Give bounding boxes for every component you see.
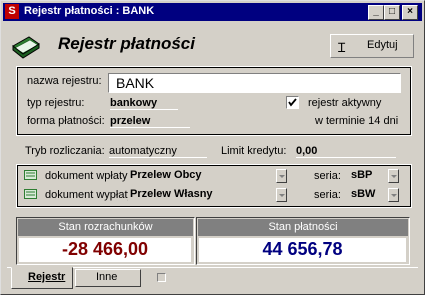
- document-out-select[interactable]: Przelew Własny: [128, 188, 287, 203]
- document-out-label: dokument wypłaty:: [45, 189, 137, 201]
- title-bar: S Rejestr płatności : BANK _ □ ×: [3, 3, 422, 21]
- chevron-down-icon[interactable]: [388, 169, 399, 183]
- settlements-balance-value: -28 466,00: [61, 239, 149, 259]
- active-checkbox[interactable]: [286, 96, 299, 109]
- credit-limit-value[interactable]: 0,00: [296, 145, 396, 158]
- text-cursor-icon: Ɪ: [338, 40, 346, 55]
- chevron-down-icon[interactable]: [388, 188, 399, 202]
- app-icon[interactable]: S: [5, 4, 19, 19]
- chevron-down-icon[interactable]: [276, 169, 287, 183]
- payment-form-label: forma płatności:: [27, 115, 105, 127]
- document-out-value: Przelew Własny: [130, 188, 213, 200]
- tab-register[interactable]: Rejestr: [11, 267, 73, 289]
- payments-balance-box: 44 656,78: [199, 238, 406, 262]
- document-in-series-value: sBP: [351, 169, 373, 181]
- settlement-mode-label: Tryb rozliczania:: [25, 145, 105, 157]
- close-button[interactable]: ×: [402, 5, 418, 20]
- document-in-series-select[interactable]: sBP: [349, 169, 399, 184]
- document-in-icon: [24, 170, 37, 180]
- register-type-value[interactable]: bankowy: [110, 97, 178, 110]
- register-name-field[interactable]: BANK: [108, 73, 401, 93]
- minimize-button[interactable]: _: [368, 5, 384, 20]
- page-title: Rejestr płatności: [58, 34, 195, 53]
- tab-other[interactable]: Inne: [75, 269, 141, 287]
- chevron-down-icon[interactable]: [276, 188, 287, 202]
- register-name-value: BANK: [116, 75, 155, 91]
- tab-other-label: Inne: [96, 271, 118, 283]
- document-in-series-label: seria:: [314, 170, 341, 182]
- payment-form-value[interactable]: przelew: [110, 115, 190, 128]
- settlements-balance-panel: Stan rozrachunków -28 466,00: [16, 217, 195, 265]
- checkmark-icon: [288, 98, 297, 107]
- payments-balance-panel: Stan płatności 44 656,78: [196, 217, 410, 265]
- documents-group: dokument wpłaty: Przelew Obcy seria: sBP…: [16, 164, 412, 208]
- document-out-icon: [24, 189, 37, 199]
- document-out-series-label: seria:: [314, 189, 341, 201]
- wallet-icon: [11, 32, 41, 60]
- edit-button-label: Edytuj: [367, 39, 398, 51]
- name-label: nazwa rejestru:: [27, 75, 102, 87]
- window-title: Rejestr płatności : BANK: [24, 5, 155, 17]
- edit-button[interactable]: Ɪ Edytuj: [330, 34, 414, 58]
- document-in-label: dokument wpłaty:: [45, 170, 131, 182]
- active-label: rejestr aktywny: [308, 97, 382, 109]
- register-group: nazwa rejestru: BANK typ rejestru: banko…: [16, 66, 412, 136]
- payments-balance-label: Stan płatności: [198, 219, 408, 236]
- document-in-value: Przelew Obcy: [130, 169, 202, 181]
- document-out-series-select[interactable]: sBW: [349, 188, 399, 203]
- maximize-button[interactable]: □: [384, 5, 400, 20]
- settlement-mode-value[interactable]: automatyczny: [109, 145, 207, 158]
- payments-balance-value: 44 656,78: [262, 239, 343, 259]
- tab-register-label: Rejestr: [28, 271, 66, 283]
- type-label: typ rejestru:: [27, 97, 85, 109]
- term-text: w terminie 14 dni: [315, 115, 399, 127]
- settlements-balance-label: Stan rozrachunków: [18, 219, 193, 236]
- credit-limit-label: Limit kredytu:: [221, 145, 287, 157]
- register-window: S Rejestr płatności : BANK _ □ × Rejestr…: [0, 0, 425, 295]
- document-out-series-value: sBW: [351, 188, 376, 200]
- tab-scroll-control[interactable]: [157, 273, 166, 282]
- document-in-select[interactable]: Przelew Obcy: [128, 169, 287, 184]
- settlements-balance-box: -28 466,00: [19, 238, 191, 262]
